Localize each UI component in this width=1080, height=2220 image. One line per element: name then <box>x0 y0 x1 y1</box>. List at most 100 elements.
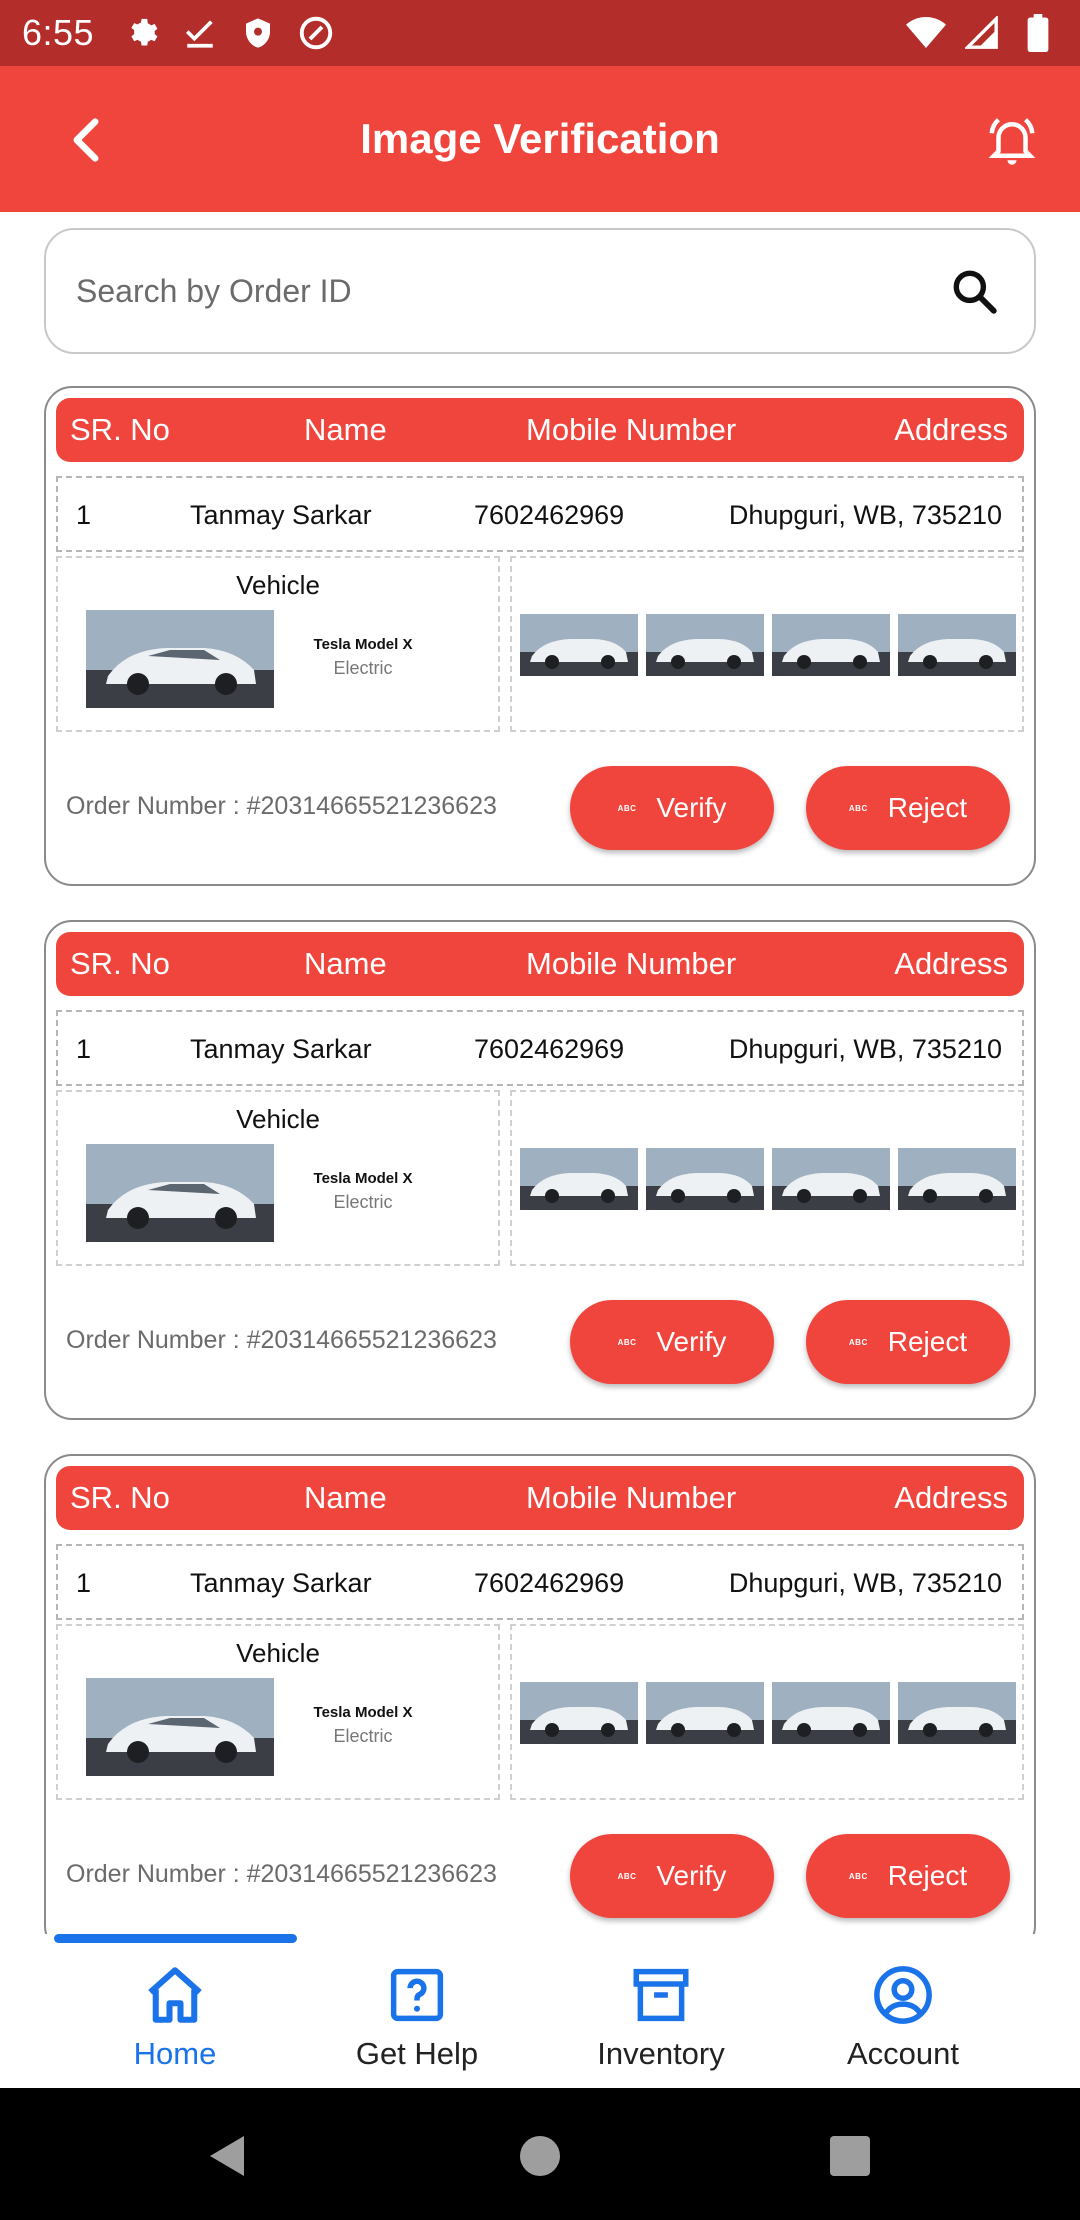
order-number: Order Number : #20314665521236623 <box>66 1326 497 1354</box>
nav-label-home: Home <box>133 2036 217 2071</box>
abc-icon: ABC <box>617 1337 637 1347</box>
reject-button[interactable]: ABC Reject <box>806 766 1010 850</box>
settings-icon <box>122 13 162 53</box>
vehicle-title: Vehicle <box>236 1638 320 1668</box>
battery-icon <box>1018 13 1058 53</box>
recents-square-icon[interactable] <box>826 2132 874 2180</box>
gallery-image[interactable] <box>520 1148 638 1210</box>
order-number: Order Number : #20314665521236623 <box>66 792 497 820</box>
nav-label-account: Account <box>846 2036 959 2071</box>
home-icon <box>148 1967 202 2023</box>
order-card: SR. No Name Mobile Number Address 1 Tanm… <box>44 1454 1036 1934</box>
gallery-image[interactable] <box>898 1682 1016 1744</box>
reject-label: Reject <box>887 1860 968 1891</box>
cell-address: Dhupguri, WB, 735210 <box>728 1568 1002 1598</box>
vehicle-section: Vehicle Tesla Model X Electric <box>56 556 500 732</box>
home-circle-icon[interactable] <box>516 2132 564 2180</box>
cell-address: Dhupguri, WB, 735210 <box>728 500 1002 530</box>
card-header: SR. No Name Mobile Number Address <box>56 1466 1024 1530</box>
verify-button[interactable]: ABC Verify <box>570 1834 774 1918</box>
search-icon[interactable] <box>944 261 1004 321</box>
back-triangle-icon[interactable] <box>204 2132 252 2180</box>
header-mobile-number: Mobile Number <box>526 1480 737 1515</box>
reject-label: Reject <box>887 792 968 823</box>
header-mobile-number: Mobile Number <box>526 946 737 981</box>
header-sr-no: SR. No <box>70 946 170 981</box>
gallery-image[interactable] <box>772 614 890 676</box>
vehicle-type: Electric <box>333 1726 393 1746</box>
vehicle-section: Vehicle Tesla Model X Electric <box>56 1624 500 1800</box>
vehicle-type: Electric <box>333 658 393 678</box>
active-tab-indicator <box>54 1934 297 1943</box>
verify-label: Verify <box>656 792 727 823</box>
card-header: SR. No Name Mobile Number Address <box>56 398 1024 462</box>
abc-icon: ABC <box>848 1871 868 1881</box>
verify-button[interactable]: ABC Verify <box>570 1300 774 1384</box>
gallery-image[interactable] <box>646 614 764 676</box>
reject-label: Reject <box>887 1326 968 1357</box>
abc-icon: ABC <box>617 1871 637 1881</box>
vehicle-image[interactable] <box>86 610 274 708</box>
vehicle-section: Vehicle Tesla Model X Electric <box>56 1090 500 1266</box>
reject-button[interactable]: ABC Reject <box>806 1834 1010 1918</box>
header-sr-no: SR. No <box>70 1480 170 1515</box>
table-row: 1 Tanmay Sarkar 7602462969 Dhupguri, WB,… <box>56 1544 1024 1620</box>
abc-icon: ABC <box>617 803 637 813</box>
cell-name: Tanmay Sarkar <box>190 1568 372 1598</box>
help-icon <box>390 1968 444 2022</box>
app-bar: Image Verification <box>0 66 1080 212</box>
status-bar: 6:55 <box>0 0 1080 66</box>
nav-item-account[interactable]: Account <box>788 1962 1018 2072</box>
verify-button[interactable]: ABC Verify <box>570 766 774 850</box>
vehicle-model: Tesla Model X <box>313 1170 413 1187</box>
gallery-image[interactable] <box>520 614 638 676</box>
header-name: Name <box>304 946 387 981</box>
signal-icon <box>962 13 1002 53</box>
vehicle-model: Tesla Model X <box>313 636 413 653</box>
account-icon <box>874 1966 932 2024</box>
nav-item-home[interactable]: Home <box>60 1962 290 2072</box>
nav-item-inventory[interactable]: Inventory <box>546 1962 776 2072</box>
search-input[interactable] <box>76 272 944 310</box>
order-card: SR. No Name Mobile Number Address 1 Tanm… <box>44 386 1036 886</box>
cell-mobile-number: 7602462969 <box>474 1568 625 1598</box>
cell-sr-no: 1 <box>76 1568 92 1598</box>
header-mobile-number: Mobile Number <box>526 412 737 447</box>
header-name: Name <box>304 1480 387 1515</box>
vehicle-image[interactable] <box>86 1144 274 1242</box>
header-address: Address <box>894 946 1008 981</box>
abc-icon: ABC <box>848 803 868 813</box>
gallery-image[interactable] <box>646 1682 764 1744</box>
vehicle-model: Tesla Model X <box>313 1704 413 1721</box>
cell-name: Tanmay Sarkar <box>190 1034 372 1064</box>
abc-icon: ABC <box>848 1337 868 1347</box>
vehicle-type: Electric <box>333 1192 393 1212</box>
status-time: 6:55 <box>22 12 95 53</box>
gallery-image[interactable] <box>898 614 1016 676</box>
gallery-image[interactable] <box>520 1682 638 1744</box>
vehicle-title: Vehicle <box>236 1104 320 1134</box>
vehicle-title: Vehicle <box>236 570 320 600</box>
card-header: SR. No Name Mobile Number Address <box>56 932 1024 996</box>
order-list[interactable]: SR. No Name Mobile Number Address 1 Tanm… <box>0 386 1080 1934</box>
archive-icon <box>633 1968 689 2022</box>
shield-icon <box>238 13 278 53</box>
verify-label: Verify <box>656 1860 727 1891</box>
at-sign-icon <box>296 13 336 53</box>
vehicle-image[interactable] <box>86 1678 274 1776</box>
cell-sr-no: 1 <box>76 500 92 530</box>
check-list-icon <box>180 13 220 53</box>
nav-item-get-help[interactable]: Get Help <box>302 1962 532 2072</box>
gallery-image[interactable] <box>772 1682 890 1744</box>
cell-mobile-number: 7602462969 <box>474 500 625 530</box>
gallery-image[interactable] <box>772 1148 890 1210</box>
gallery-image[interactable] <box>646 1148 764 1210</box>
nav-label-get-help: Get Help <box>355 2036 479 2071</box>
cell-sr-no: 1 <box>76 1034 92 1064</box>
gallery-image[interactable] <box>898 1148 1016 1210</box>
notification-bell-icon[interactable] <box>980 108 1044 172</box>
order-number: Order Number : #20314665521236623 <box>66 1860 497 1888</box>
back-arrow-icon[interactable] <box>56 110 116 170</box>
reject-button[interactable]: ABC Reject <box>806 1300 1010 1384</box>
cell-name: Tanmay Sarkar <box>190 500 372 530</box>
